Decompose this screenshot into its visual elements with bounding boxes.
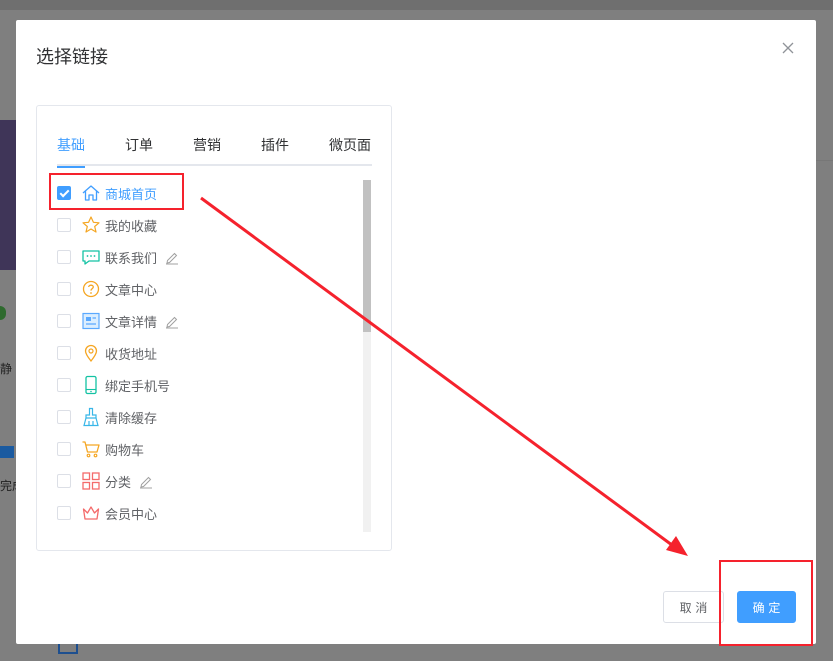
annotation-arrow <box>200 196 688 556</box>
